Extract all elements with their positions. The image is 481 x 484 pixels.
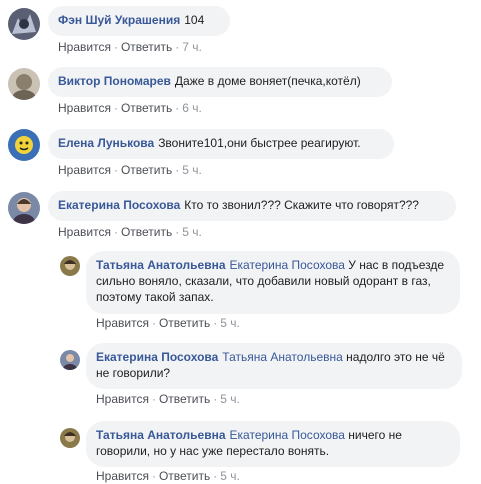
reply-actions: Нравится · Ответить · 5 ч. xyxy=(96,469,240,483)
comment-text: Даже в доме воняет(печка,котёл) xyxy=(174,74,361,88)
avatar[interactable] xyxy=(60,256,80,276)
reply-mention[interactable]: Татьяна Анатольевна xyxy=(222,350,343,364)
avatar[interactable] xyxy=(8,68,40,100)
like-button[interactable]: Нравится xyxy=(58,40,111,54)
comment-actions: Нравится · Ответить · 5 ч. xyxy=(58,225,202,239)
reply-author[interactable]: Татьяна Анатольевна xyxy=(96,258,226,272)
comment-time[interactable]: 5 ч. xyxy=(182,163,202,177)
comment-text: 104 xyxy=(184,13,205,27)
avatar[interactable] xyxy=(8,8,40,40)
reply-button[interactable]: Ответить xyxy=(121,101,172,115)
reply-mention[interactable]: Екатерина Посохова xyxy=(230,428,345,442)
avatar[interactable] xyxy=(8,129,40,161)
comment-bubble: Елена Лунькова Звоните101,они быстрее реа… xyxy=(48,129,394,159)
reply-button[interactable]: Ответить xyxy=(121,163,172,177)
reply-mention[interactable]: Екатерина Посохова xyxy=(230,258,345,272)
comment-bubble: Екатерина Посохова Кто то звонил??? Скажи… xyxy=(48,191,456,221)
like-button[interactable]: Нравится xyxy=(96,316,149,330)
like-button[interactable]: Нравится xyxy=(58,225,111,239)
comment-author[interactable]: Елена Лунькова xyxy=(58,136,154,150)
avatar[interactable] xyxy=(60,350,80,370)
reply-button[interactable]: Ответить xyxy=(121,225,172,239)
reply-bubble: Татьяна Анатольевна Екатерина Посохова ни… xyxy=(86,421,460,467)
like-button[interactable]: Нравится xyxy=(96,469,149,483)
comment-author[interactable]: Екатерина Посохова xyxy=(58,198,180,212)
comment-actions: Нравится · Ответить · 5 ч. xyxy=(58,163,202,177)
like-button[interactable]: Нравится xyxy=(58,163,111,177)
comment-actions: Нравится · Ответить · 6 ч. xyxy=(58,101,202,115)
avatar[interactable] xyxy=(8,192,40,224)
reply-button[interactable]: Ответить xyxy=(121,40,172,54)
comment-time[interactable]: 6 ч. xyxy=(182,101,202,115)
reply-actions: Нравится · Ответить · 5 ч. xyxy=(96,316,240,330)
reply-author[interactable]: Екатерина Посохова xyxy=(96,350,218,364)
like-button[interactable]: Нравится xyxy=(96,392,149,406)
reply-button[interactable]: Ответить xyxy=(159,316,210,330)
comment-bubble: Виктор Пономарев Даже в доме воняет(печка… xyxy=(48,67,392,97)
comment-time[interactable]: 5 ч. xyxy=(182,225,202,239)
reply-time[interactable]: 5 ч. xyxy=(220,316,240,330)
comment-bubble: Фэн Шуй Украшения 104 xyxy=(48,6,230,36)
reply-bubble: Татьяна Анатольевна Екатерина Посохова У … xyxy=(86,251,460,314)
avatar[interactable] xyxy=(60,428,80,448)
reply-actions: Нравится · Ответить · 5 ч. xyxy=(96,392,240,406)
reply-button[interactable]: Ответить xyxy=(159,392,210,406)
reply-button[interactable]: Ответить xyxy=(159,469,210,483)
reply-author[interactable]: Татьяна Анатольевна xyxy=(96,428,226,442)
reply-time[interactable]: 5 ч. xyxy=(220,392,240,406)
comment-text: Кто то звонил??? Скажите что говорят??? xyxy=(184,198,419,212)
comment-author[interactable]: Виктор Пономарев xyxy=(58,74,171,88)
comment-text: Звоните101,они быстрее реагируют. xyxy=(158,136,361,150)
comment-time[interactable]: 7 ч. xyxy=(182,40,202,54)
reply-bubble: Екатерина Посохова Татьяна Анатольевна на… xyxy=(86,343,462,389)
comment-actions: Нравится · Ответить · 7 ч. xyxy=(58,40,202,54)
reply-time[interactable]: 5 ч. xyxy=(220,469,240,483)
like-button[interactable]: Нравится xyxy=(58,101,111,115)
comment-author[interactable]: Фэн Шуй Украшения xyxy=(58,13,180,27)
